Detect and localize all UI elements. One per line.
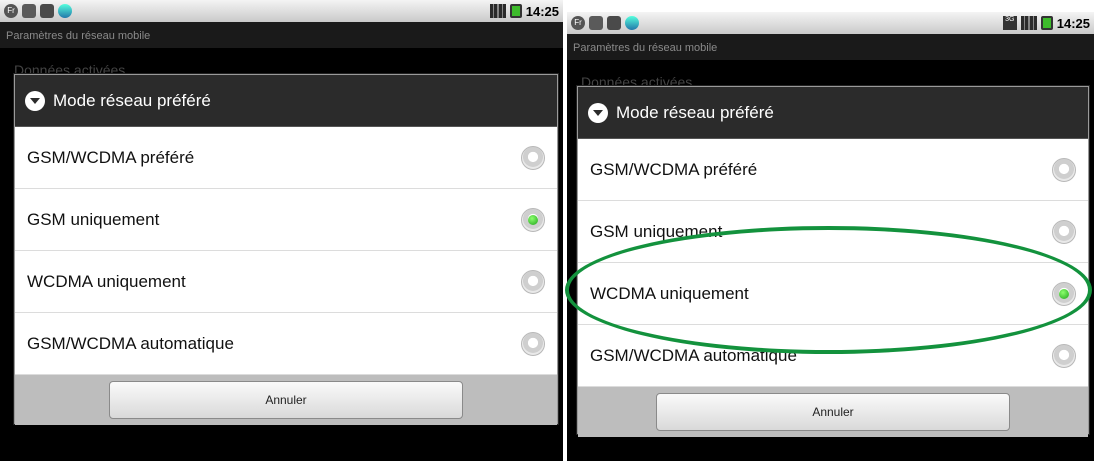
fr-icon: Fr [4,4,18,18]
usb-icon [589,16,603,30]
sd-card-icon [607,16,621,30]
3g-icon: 3G [1002,16,1017,30]
theme-icon [58,4,72,18]
page-title: Paramètres du réseau mobile [0,22,563,48]
option-label: GSM uniquement [27,209,160,229]
page-title: Paramètres du réseau mobile [567,34,1094,60]
option-gsm-uniquement[interactable]: GSM uniquement [578,201,1088,263]
radio-button-selected[interactable] [521,207,545,232]
signal-icon [1020,16,1037,30]
dialog-title: Mode réseau préféré [53,90,211,110]
radio-button[interactable] [521,331,545,356]
sd-card-icon [40,4,54,18]
option-label: GSM/WCDMA automatique [590,345,797,365]
radio-button[interactable] [521,145,545,170]
option-label: GSM/WCDMA préféré [590,159,758,179]
network-mode-dialog: Mode réseau préféré GSM/WCDMA préféré GS… [14,74,558,425]
option-gsm-wcdma-prefere[interactable]: GSM/WCDMA préféré [578,139,1088,201]
dialog-footer: Annuler [15,375,557,425]
usb-icon [22,4,36,18]
option-label: GSM/WCDMA automatique [27,333,234,353]
dropdown-icon [588,102,608,123]
fr-icon: Fr [571,16,585,30]
phone-screen-after: Fr 3G 14:25 Paramètres du réseau mobile … [567,12,1094,461]
dropdown-icon [25,90,45,111]
option-gsm-wcdma-automatique[interactable]: GSM/WCDMA automatique [15,313,557,375]
network-mode-dialog: Mode réseau préféré GSM/WCDMA préféré GS… [577,86,1089,437]
phone-screen-before: Fr 14:25 Paramètres du réseau mobile Don… [0,0,563,461]
option-gsm-wcdma-automatique[interactable]: GSM/WCDMA automatique [578,325,1088,387]
battery-icon [509,4,522,18]
status-bar: Fr 14:25 [0,0,563,22]
dialog-header: Mode réseau préféré [578,87,1088,139]
option-wcdma-uniquement[interactable]: WCDMA uniquement [15,251,557,313]
dialog-header: Mode réseau préféré [15,75,557,127]
cancel-button[interactable]: Annuler [109,381,463,419]
option-gsm-uniquement[interactable]: GSM uniquement [15,189,557,251]
radio-button-selected[interactable] [1052,281,1076,306]
dialog-footer: Annuler [578,387,1088,437]
cancel-button[interactable]: Annuler [656,393,1010,431]
option-label: GSM uniquement [590,221,723,241]
signal-icon [489,4,506,18]
radio-button[interactable] [1052,157,1076,182]
option-label: GSM/WCDMA préféré [27,147,195,167]
option-wcdma-uniquement[interactable]: WCDMA uniquement [578,263,1088,325]
theme-icon [625,16,639,30]
status-time: 14:25 [525,3,559,19]
radio-button[interactable] [1052,343,1076,368]
option-gsm-wcdma-prefere[interactable]: GSM/WCDMA préféré [15,127,557,189]
status-time: 14:25 [1056,15,1090,31]
option-label: WCDMA uniquement [27,271,186,291]
radio-button[interactable] [521,269,545,294]
dialog-title: Mode réseau préféré [616,102,774,122]
status-bar: Fr 3G 14:25 [567,12,1094,34]
radio-button[interactable] [1052,219,1076,244]
battery-icon [1040,16,1053,30]
option-label: WCDMA uniquement [590,283,749,303]
